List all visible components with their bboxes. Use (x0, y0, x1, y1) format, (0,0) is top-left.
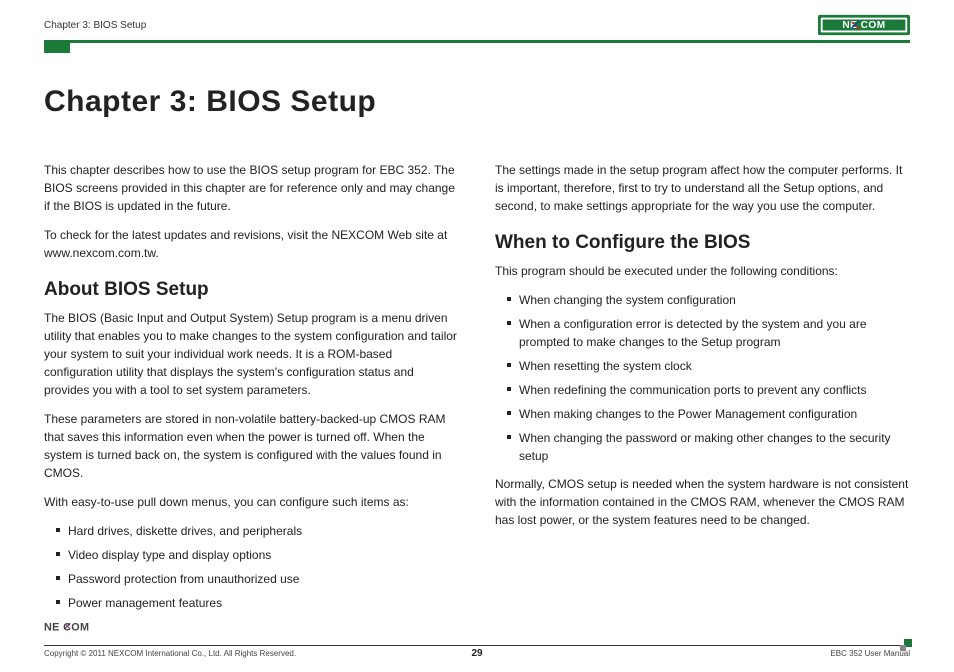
when-tail: Normally, CMOS setup is needed when the … (495, 475, 910, 529)
intro-paragraph-1: This chapter describes how to use the BI… (44, 161, 459, 215)
page-number: 29 (471, 648, 482, 659)
list-item: Power management features (56, 594, 459, 612)
left-column: This chapter describes how to use the BI… (44, 161, 459, 622)
footer-row: Copyright © 2011 NEXCOM International Co… (44, 649, 910, 658)
rule-tab (44, 43, 70, 53)
intro-paragraph-2: To check for the latest updates and revi… (44, 226, 459, 262)
copyright-text: Copyright © 2011 NEXCOM International Co… (44, 649, 296, 658)
header-row: Chapter 3: BIOS Setup NE COM (44, 14, 910, 36)
list-item: When changing the system configuration (507, 291, 910, 309)
footer: NE COM Copyright © 2011 NEXCOM Internati… (44, 619, 910, 658)
about-list: Hard drives, diskette drives, and periph… (56, 522, 459, 612)
columns: This chapter describes how to use the BI… (44, 161, 910, 622)
about-paragraph-1: The BIOS (Basic Input and Output System)… (44, 309, 459, 399)
nexcom-logo-bottom: NE COM (44, 619, 116, 636)
page-content: Chapter 3: BIOS Setup This chapter descr… (44, 43, 910, 622)
about-paragraph-2: These parameters are stored in non-volat… (44, 410, 459, 482)
bottom-rule (44, 645, 910, 646)
right-column: The settings made in the setup program a… (495, 161, 910, 622)
corner-squares-icon (898, 639, 912, 651)
svg-text:NE COM: NE COM (842, 20, 885, 31)
list-item: Password protection from unauthorized us… (56, 570, 459, 588)
list-item: When a configuration error is detected b… (507, 315, 910, 351)
list-item: Video display type and display options (56, 546, 459, 564)
heading-about: About BIOS Setup (44, 276, 459, 305)
list-item: When resetting the system clock (507, 357, 910, 375)
chapter-label: Chapter 3: BIOS Setup (44, 20, 146, 31)
top-rule (44, 40, 910, 43)
page-title: Chapter 3: BIOS Setup (44, 85, 910, 119)
list-item: When redefining the communication ports … (507, 381, 910, 399)
about-paragraph-3: With easy-to-use pull down menus, you ca… (44, 493, 459, 511)
list-item: Hard drives, diskette drives, and periph… (56, 522, 459, 540)
heading-when: When to Configure the BIOS (495, 229, 910, 258)
list-item: When making changes to the Power Managem… (507, 405, 910, 423)
list-item: When changing the password or making oth… (507, 429, 910, 465)
when-list: When changing the system configuration W… (507, 291, 910, 465)
right-intro: The settings made in the setup program a… (495, 161, 910, 215)
when-lead: This program should be executed under th… (495, 262, 910, 280)
nexcom-logo-top: NE COM (818, 14, 910, 36)
